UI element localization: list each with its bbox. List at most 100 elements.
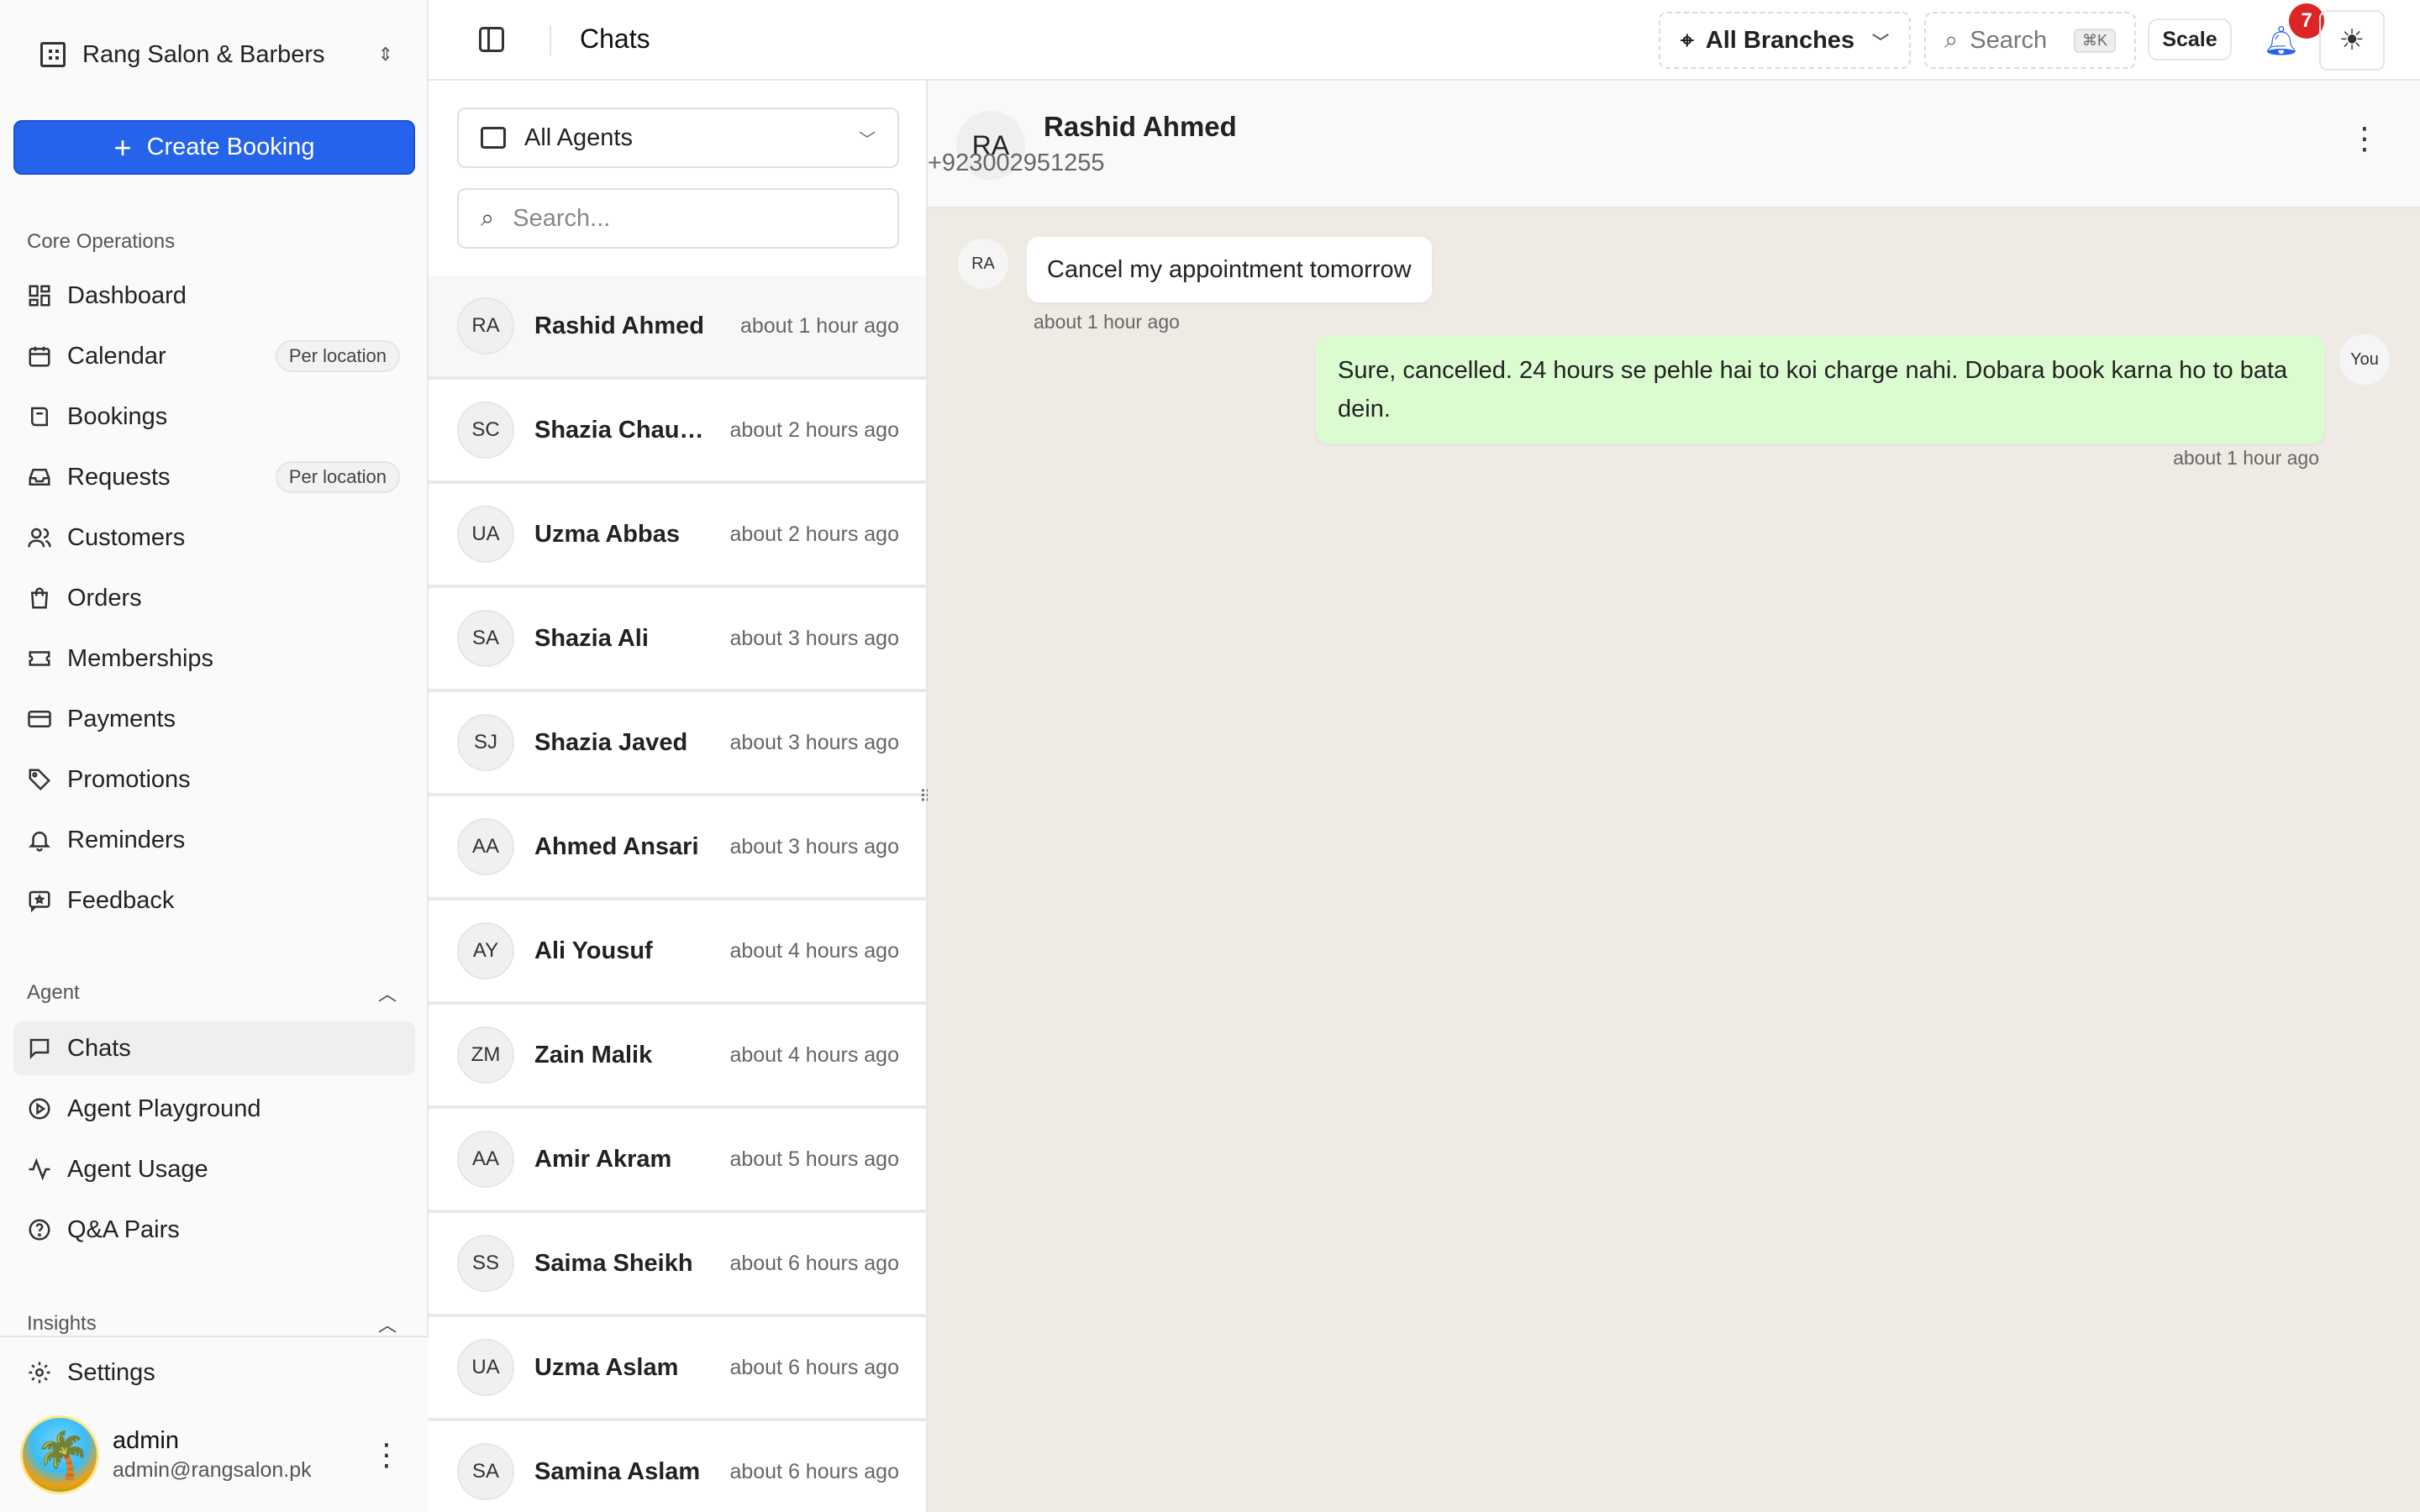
ticket-icon (27, 646, 52, 671)
calendar-icon (27, 344, 52, 369)
chat-row[interactable]: SA Samina Aslam about 6 hours ago (429, 1421, 926, 1512)
avatar (20, 1415, 99, 1494)
chat-row[interactable]: UA Uzma Abbas about 2 hours ago (429, 484, 926, 588)
sidebar-item-qa-pairs[interactable]: Q&A Pairs (13, 1203, 415, 1257)
avatar: RA (457, 297, 514, 354)
chat-row-time: about 6 hours ago (729, 1459, 899, 1483)
sidebar-item-reminders[interactable]: Reminders (13, 813, 415, 867)
chevron-updown-icon: ⇕ (377, 44, 393, 65)
chat-row[interactable]: SC Shazia Chaud... about 2 hours ago (429, 380, 926, 484)
sidebar-footer: Settings admin admin@rangsalon.pk ⋮ (0, 1336, 429, 1512)
message-square-icon (481, 127, 506, 149)
more-vertical-icon[interactable]: ⋮ (371, 1437, 402, 1473)
chat-row[interactable]: SA Shazia Ali about 3 hours ago (429, 588, 926, 692)
sidebar-item-payments[interactable]: Payments (13, 692, 415, 746)
help-circle-icon (27, 1217, 52, 1242)
chat-row[interactable]: RA Rashid Ahmed about 1 hour ago (429, 276, 926, 380)
sidebar-item-customers[interactable]: Customers (13, 511, 415, 564)
sidebar-item-label: Q&A Pairs (67, 1215, 180, 1243)
chat-row[interactable]: AA Ahmed Ansari about 3 hours ago (429, 796, 926, 900)
dashboard-icon (27, 283, 52, 308)
user-name: admin (113, 1427, 179, 1454)
sidebar-item-bookings[interactable]: Bookings (13, 390, 415, 444)
chat-row-time: about 6 hours ago (729, 1251, 899, 1275)
sidebar-item-label: Settings (67, 1358, 155, 1386)
chat-row-name: Uzma Aslam (534, 1353, 679, 1381)
sidebar-item-label: Feedback (67, 886, 175, 914)
branch-selector[interactable]: ⌖ All Branches ﹀ (1659, 12, 1911, 69)
book-icon (27, 404, 52, 429)
section-label-agent: Agent (27, 981, 80, 1004)
sidebar-item-agent-usage[interactable]: Agent Usage (13, 1142, 415, 1196)
sidebar-item-label: Reminders (67, 826, 186, 853)
chat-row[interactable]: UA Uzma Aslam about 6 hours ago (429, 1317, 926, 1421)
message-time: about 1 hour ago (2173, 447, 2319, 469)
contact-phone: +923002951255 (928, 150, 1105, 176)
sidebar-item-memberships[interactable]: Memberships (13, 632, 415, 685)
chat-list: All Agents ﹀ ⌕ RA Rashid Ahmed about 1 h… (429, 81, 928, 1512)
sidebar-item-feedback[interactable]: Feedback (13, 874, 415, 927)
org-switcher[interactable]: Rang Salon & Barbers ⇕ (40, 34, 393, 76)
sidebar-item-settings[interactable]: Settings (13, 1346, 415, 1399)
sidebar-item-label: Payments (67, 705, 176, 732)
chat-row-name: Saima Sheikh (534, 1249, 693, 1277)
chevron-up-icon[interactable]: ︿ (378, 1310, 397, 1337)
chat-row-time: about 2 hours ago (729, 522, 899, 546)
avatar: SJ (457, 714, 514, 771)
chat-row-time: about 3 hours ago (729, 730, 899, 754)
chat-row[interactable]: AA Amir Akram about 5 hours ago (429, 1109, 926, 1213)
org-name: Rang Salon & Barbers (82, 40, 325, 68)
branch-label: All Branches (1705, 26, 1855, 54)
sidebar-item-requests[interactable]: Requests Per location (13, 450, 415, 504)
sidebar-item-orders[interactable]: Orders (13, 571, 415, 625)
sun-icon[interactable]: ☀︎ (2319, 10, 2385, 71)
sidebar-toggle-icon[interactable] (479, 27, 504, 52)
more-vertical-icon[interactable]: ⋮ (2349, 121, 2380, 156)
chat-row-time: about 3 hours ago (729, 834, 899, 858)
shopping-bag-icon (27, 585, 52, 611)
sidebar-item-promotions[interactable]: Promotions (13, 753, 415, 806)
conversation-header: RA Rashid Ahmed +923002951255 ⋮ (928, 81, 2420, 208)
chat-row[interactable]: ZM Zain Malik about 4 hours ago (429, 1005, 926, 1109)
avatar: UA (457, 1339, 514, 1396)
sidebar-item-label: Dashboard (67, 281, 187, 309)
agent-filter-select[interactable]: All Agents ﹀ (457, 108, 899, 168)
message-time: about 1 hour ago (1034, 311, 1180, 333)
chat-search-input[interactable] (513, 204, 850, 233)
chat-row-name: Samina Aslam (534, 1457, 701, 1485)
per-location-badge: Per location (275, 340, 400, 372)
chevron-up-icon[interactable]: ︿ (378, 979, 397, 1006)
inbox-icon (27, 465, 52, 490)
avatar: AA (457, 1131, 514, 1188)
bell-icon (27, 827, 52, 853)
avatar: You (2339, 334, 2390, 385)
scale-button[interactable]: Scale (2148, 18, 2232, 60)
section-label-core: Core Operations (27, 230, 176, 253)
topbar: Chats ⌖ All Branches ﹀ ⌕ Search ⌘K Scale… (429, 0, 2420, 81)
sidebar: Rang Salon & Barbers ⇕ + Create Booking … (0, 0, 429, 1512)
chat-row-name: Amir Akram (534, 1145, 672, 1173)
user-menu[interactable]: admin admin@rangsalon.pk ⋮ (20, 1413, 415, 1497)
chat-row-name: Uzma Abbas (534, 520, 680, 548)
sidebar-item-agent-playground[interactable]: Agent Playground (13, 1082, 415, 1136)
divider (550, 25, 551, 55)
global-search[interactable]: ⌕ Search ⌘K (1924, 12, 2136, 69)
create-booking-button[interactable]: + Create Booking (13, 120, 415, 175)
agent-filter-label: All Agents (524, 123, 633, 151)
chat-row[interactable]: SJ Shazia Javed about 3 hours ago (429, 692, 926, 796)
sidebar-item-label: Bookings (67, 402, 168, 430)
sidebar-item-chats[interactable]: Chats (13, 1021, 415, 1075)
sidebar-item-dashboard[interactable]: Dashboard (13, 269, 415, 323)
chat-row-time: about 4 hours ago (729, 938, 899, 963)
chat-row[interactable]: AY Ali Yousuf about 4 hours ago (429, 900, 926, 1005)
chat-row-name: Ahmed Ansari (534, 832, 699, 860)
avatar: ZM (457, 1026, 514, 1084)
chat-row[interactable]: SS Saima Sheikh about 6 hours ago (429, 1213, 926, 1317)
sidebar-item-calendar[interactable]: Calendar Per location (13, 329, 415, 383)
chat-row-time: about 1 hour ago (739, 313, 899, 338)
sidebar-item-label: Promotions (67, 765, 191, 793)
sidebar-item-label: Agent Usage (67, 1155, 208, 1183)
sidebar-item-label: Requests (67, 463, 171, 491)
create-booking-label: Create Booking (146, 134, 315, 160)
chat-row-name: Ali Yousuf (534, 937, 653, 964)
